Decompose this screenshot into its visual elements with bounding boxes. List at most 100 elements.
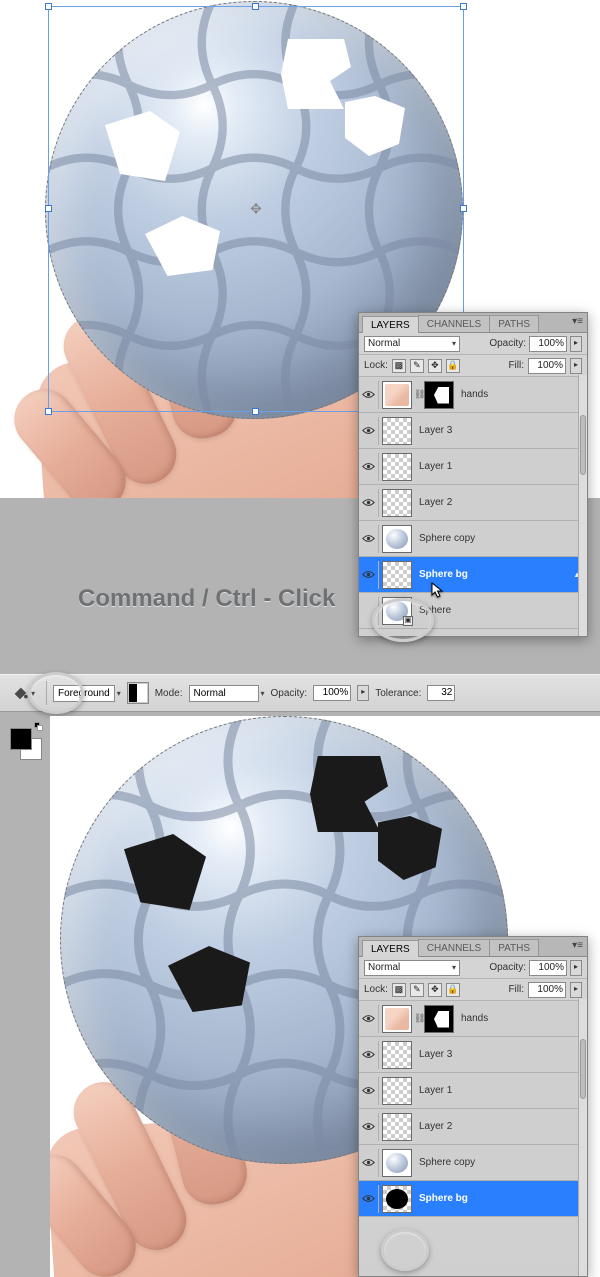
layers-panel-bottom[interactable]: LAYERS CHANNELS PATHS ▾≡ Normal▾ Opacity…: [358, 936, 588, 1277]
layer-row[interactable]: ⛓ hands: [359, 1001, 587, 1037]
layer-thumbnail[interactable]: [382, 525, 412, 553]
lock-pixels-icon[interactable]: ✎: [410, 983, 424, 997]
layer-thumbnail[interactable]: [382, 1077, 412, 1105]
visibility-toggle-icon[interactable]: [361, 494, 376, 512]
fill-input[interactable]: 100%: [528, 358, 566, 374]
tab-channels[interactable]: CHANNELS: [418, 315, 490, 332]
visibility-toggle-icon[interactable]: [361, 530, 376, 548]
layer-name[interactable]: Layer 3: [419, 1049, 585, 1060]
opacity-flyout-icon[interactable]: ▸: [570, 336, 582, 352]
layer-thumbnail[interactable]: [382, 1113, 412, 1141]
panel-scrollbar[interactable]: [578, 375, 587, 636]
opacity-flyout-icon[interactable]: ▸: [570, 960, 582, 976]
layer-row[interactable]: Layer 2: [359, 1109, 587, 1145]
visibility-toggle-icon[interactable]: [361, 1010, 376, 1028]
layer-thumbnail[interactable]: [382, 453, 412, 481]
foreground-color-swatch[interactable]: [10, 728, 32, 750]
layer-name[interactable]: Layer 1: [419, 461, 585, 472]
visibility-toggle-icon[interactable]: [361, 458, 376, 476]
default-colors-icon[interactable]: [34, 722, 44, 732]
layer-thumbnail[interactable]: [382, 417, 412, 445]
optbar-opacity-flyout-icon[interactable]: ▸: [357, 685, 369, 701]
layer-name[interactable]: hands: [461, 389, 585, 400]
layer-name[interactable]: Sphere bg: [419, 1193, 585, 1204]
lock-pixels-icon[interactable]: ✎: [410, 359, 424, 373]
transform-handle[interactable]: [45, 3, 52, 10]
tab-layers[interactable]: LAYERS: [362, 316, 419, 333]
layer-row[interactable]: ▣ Sphere: [359, 593, 587, 629]
lock-all-icon[interactable]: 🔒: [446, 983, 460, 997]
layer-row[interactable]: Layer 1: [359, 449, 587, 485]
layer-row[interactable]: Layer 3: [359, 1037, 587, 1073]
fill-flyout-icon[interactable]: ▸: [570, 982, 582, 998]
paint-bucket-tool-icon[interactable]: ▾: [6, 679, 40, 707]
layer-thumbnail[interactable]: ▣: [382, 597, 412, 625]
link-icon[interactable]: ⛓: [414, 389, 422, 400]
tolerance-input[interactable]: 32: [427, 685, 455, 701]
transform-center-icon[interactable]: ✥: [250, 201, 262, 218]
layer-name[interactable]: Sphere bg: [419, 569, 585, 580]
layer-name[interactable]: hands: [461, 1013, 585, 1024]
tab-layers[interactable]: LAYERS: [362, 940, 419, 957]
layer-name[interactable]: Sphere: [419, 605, 585, 616]
layer-mask-thumbnail[interactable]: [424, 381, 454, 409]
visibility-toggle-icon[interactable]: [361, 602, 376, 620]
layer-name[interactable]: Layer 1: [419, 1085, 585, 1096]
lock-transparent-icon[interactable]: ▩: [392, 359, 406, 373]
transform-handle[interactable]: [460, 205, 467, 212]
layer-name[interactable]: Sphere copy: [419, 533, 585, 544]
layer-thumbnail[interactable]: [382, 1185, 412, 1213]
layer-row[interactable]: ⛓ hands: [359, 377, 587, 413]
visibility-toggle-icon[interactable]: [361, 1082, 376, 1100]
opacity-input[interactable]: 100%: [529, 960, 567, 976]
visibility-toggle-icon[interactable]: [361, 566, 376, 584]
transform-handle[interactable]: [460, 3, 467, 10]
layers-panel-top[interactable]: LAYERS CHANNELS PATHS ▾≡ Normal▾ Opacity…: [358, 312, 588, 637]
layer-thumbnail[interactable]: [382, 1005, 412, 1033]
tab-channels[interactable]: CHANNELS: [418, 939, 490, 956]
optbar-opacity-input[interactable]: 100%: [313, 685, 351, 701]
foreground-background-colors[interactable]: [10, 728, 44, 768]
visibility-toggle-icon[interactable]: [361, 1118, 376, 1136]
layer-thumbnail[interactable]: [382, 561, 412, 589]
layer-row[interactable]: Layer 1: [359, 1073, 587, 1109]
pattern-swatch[interactable]: [127, 682, 149, 704]
panel-menu-icon[interactable]: ▾≡: [572, 940, 583, 951]
lock-transparent-icon[interactable]: ▩: [392, 983, 406, 997]
transform-handle[interactable]: [252, 3, 259, 10]
layer-row[interactable]: Layer 3: [359, 413, 587, 449]
visibility-toggle-icon[interactable]: [361, 1046, 376, 1064]
visibility-toggle-icon[interactable]: [361, 422, 376, 440]
fill-flyout-icon[interactable]: ▸: [570, 358, 582, 374]
layer-row[interactable]: Layer 2: [359, 485, 587, 521]
layer-thumbnail[interactable]: [382, 489, 412, 517]
opacity-input[interactable]: 100%: [529, 336, 567, 352]
visibility-toggle-icon[interactable]: [361, 1190, 376, 1208]
lock-all-icon[interactable]: 🔒: [446, 359, 460, 373]
tab-paths[interactable]: PATHS: [489, 315, 539, 332]
layer-row[interactable]: Sphere bg▲: [359, 557, 587, 593]
visibility-toggle-icon[interactable]: [361, 1154, 376, 1172]
blend-mode-dropdown[interactable]: Normal▾: [364, 960, 460, 976]
blend-mode-dropdown[interactable]: Normal▾: [364, 336, 460, 352]
transform-handle[interactable]: [45, 205, 52, 212]
panel-scrollbar[interactable]: [578, 999, 587, 1276]
layer-row[interactable]: Sphere copy: [359, 1145, 587, 1181]
layer-name[interactable]: Layer 2: [419, 497, 585, 508]
mode-dropdown[interactable]: Normal▾: [189, 685, 265, 702]
layer-thumbnail[interactable]: [382, 1041, 412, 1069]
layer-row[interactable]: Sphere copy: [359, 521, 587, 557]
layer-thumbnail[interactable]: [382, 381, 412, 409]
layer-row[interactable]: Sphere bg: [359, 1181, 587, 1217]
visibility-toggle-icon[interactable]: [361, 386, 376, 404]
layer-thumbnail[interactable]: [382, 1149, 412, 1177]
link-icon[interactable]: ⛓: [414, 1013, 422, 1024]
transform-handle[interactable]: [252, 408, 259, 415]
tab-paths[interactable]: PATHS: [489, 939, 539, 956]
fill-input[interactable]: 100%: [528, 982, 566, 998]
lock-position-icon[interactable]: ✥: [428, 359, 442, 373]
layer-name[interactable]: Sphere copy: [419, 1157, 585, 1168]
fill-source-dropdown[interactable]: Foreground▾: [53, 685, 121, 702]
layer-name[interactable]: Layer 3: [419, 425, 585, 436]
lock-position-icon[interactable]: ✥: [428, 983, 442, 997]
